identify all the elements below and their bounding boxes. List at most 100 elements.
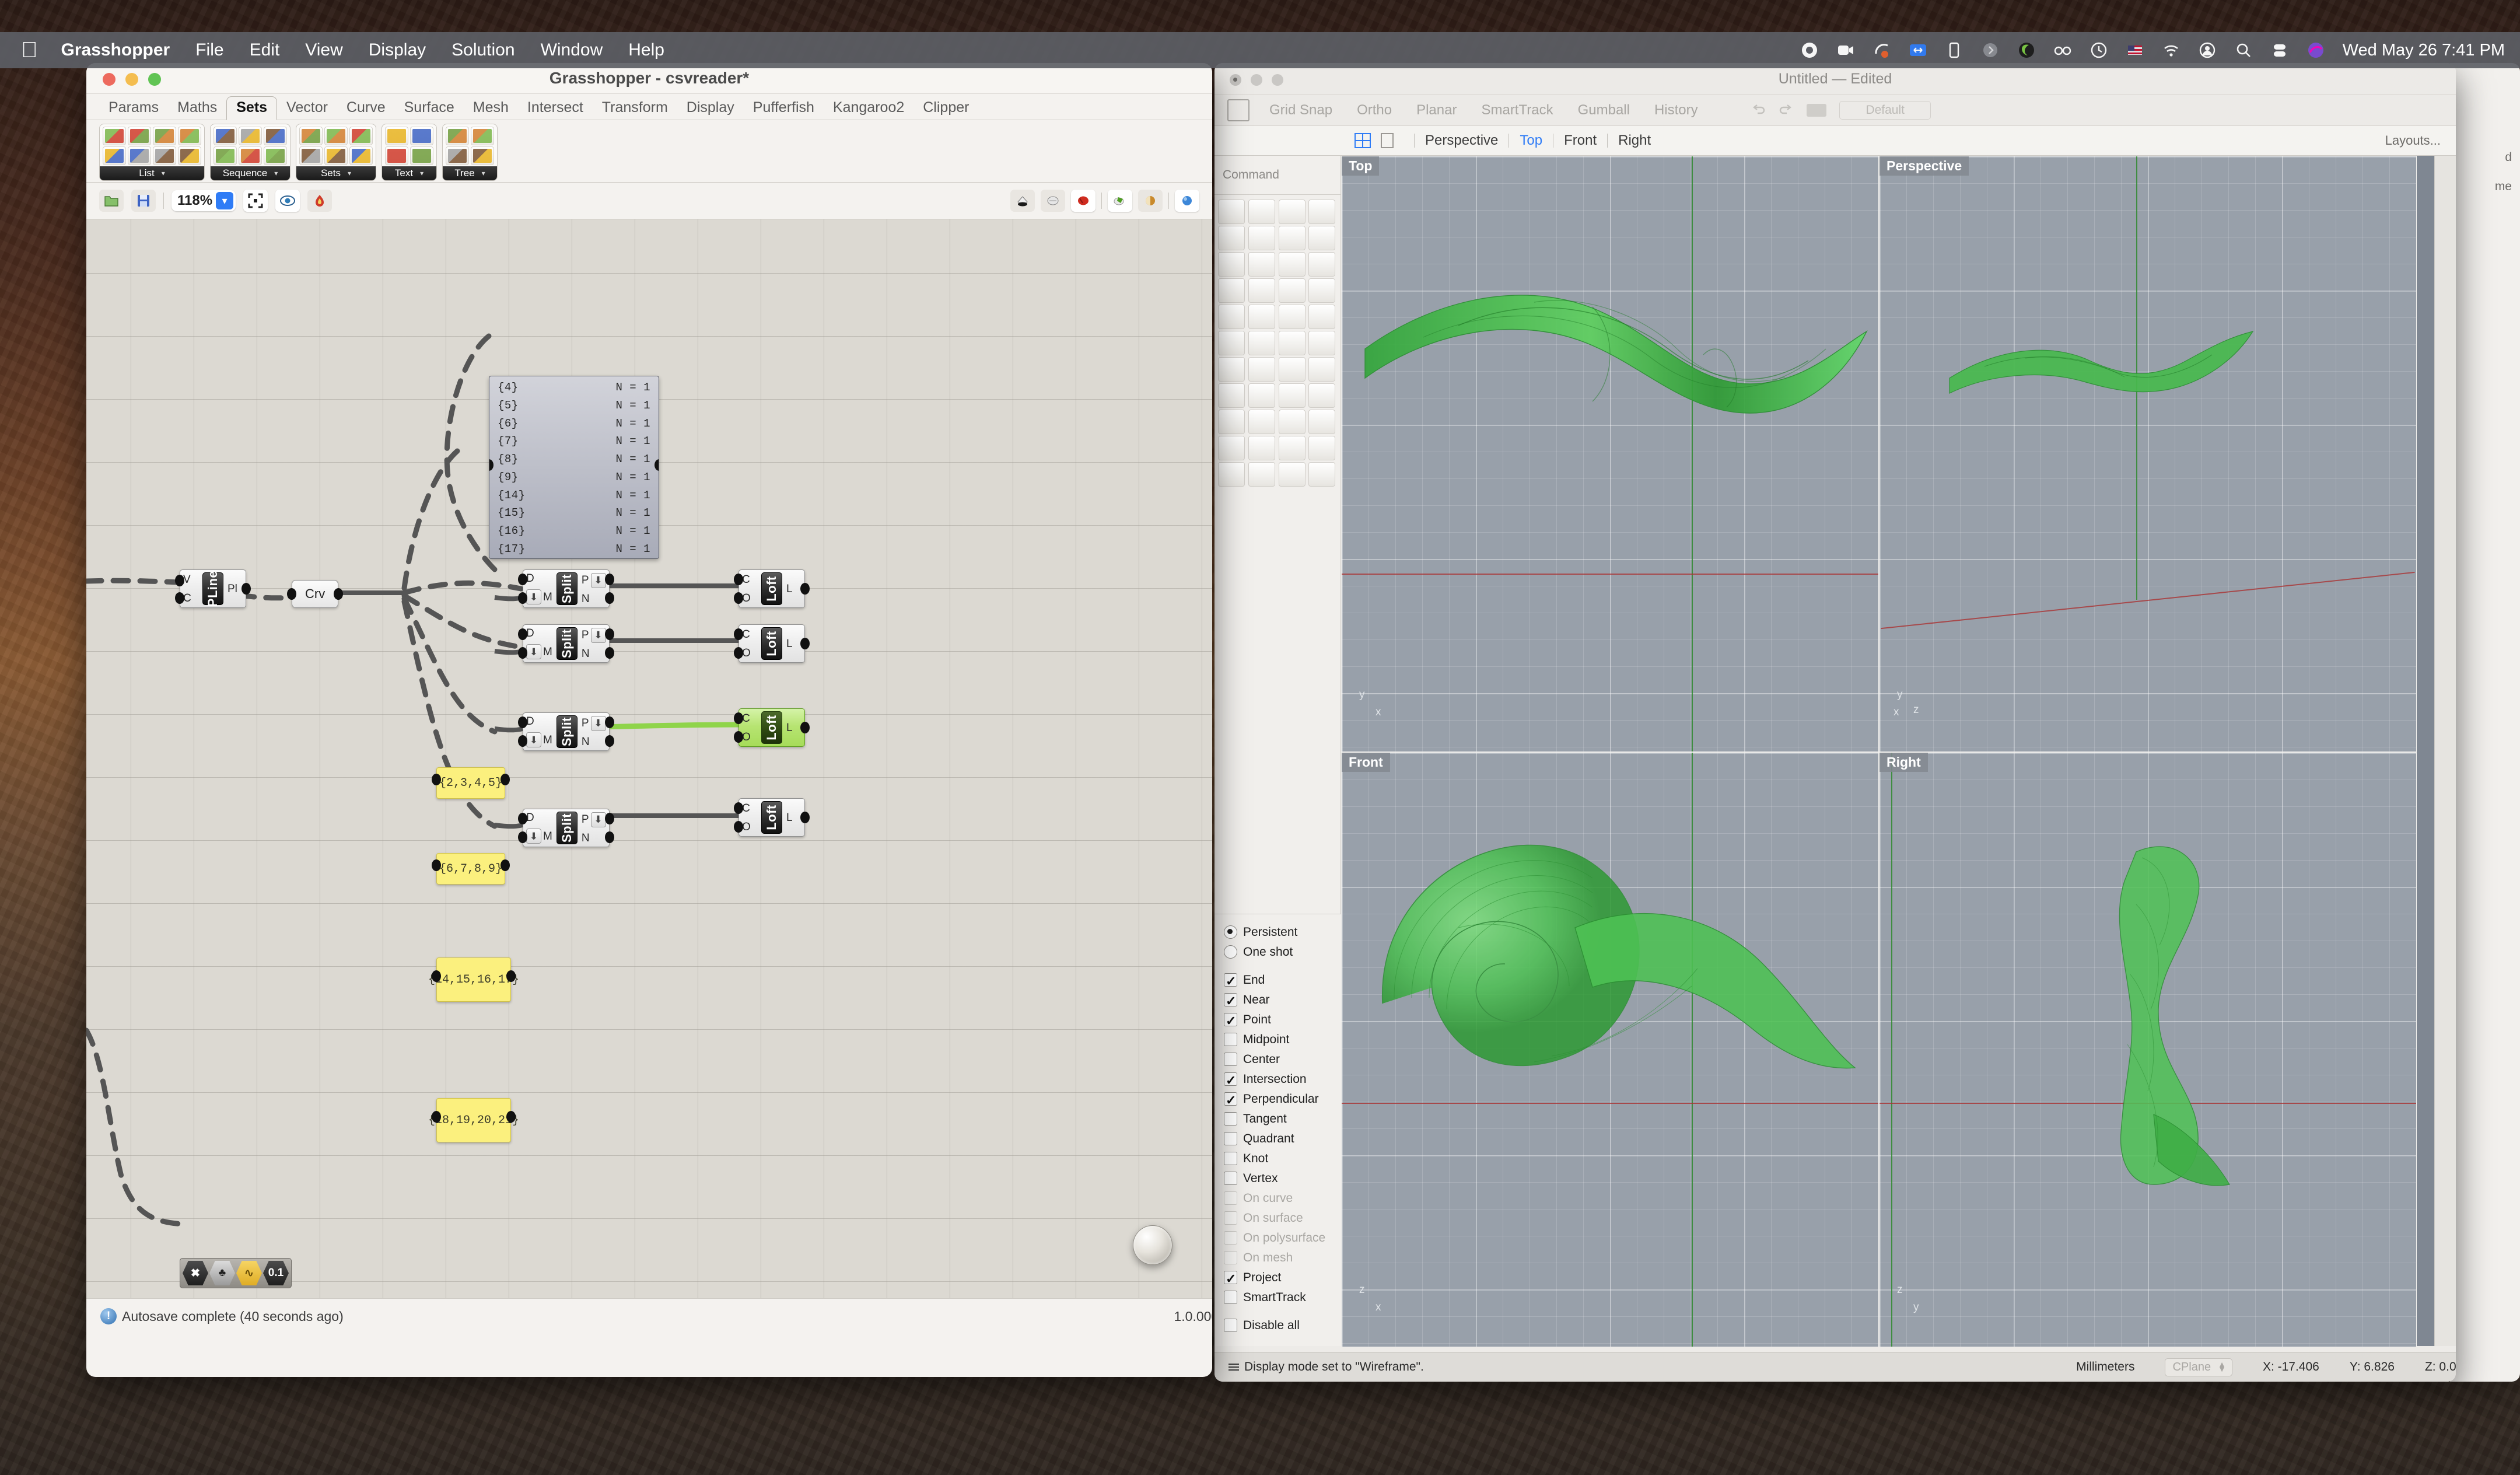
tool-fillet-icon[interactable] (1278, 331, 1306, 355)
loft-input-o-nub[interactable] (734, 821, 743, 833)
osnap-item-quadrant[interactable]: Quadrant (1224, 1129, 1350, 1149)
rhino-viewport-area[interactable]: Top y x Perspective y x z Front z x Righ… (1341, 156, 2434, 1347)
split-output-p-nub[interactable] (604, 628, 614, 640)
menubar-item-display[interactable]: Display (369, 40, 426, 60)
arrow-down-icon[interactable]: ⬇ (526, 829, 541, 844)
split-input-d-nub[interactable] (518, 716, 527, 728)
panel-input-nub[interactable] (432, 970, 441, 982)
split-label-capsule[interactable]: Split (556, 715, 578, 748)
rhino-statusbar[interactable]: Display mode set to "Wireframe". Millime… (1214, 1352, 2456, 1382)
checkbox-smarttrack-icon[interactable] (1224, 1291, 1237, 1305)
toolbar-ortho[interactable]: Ortho (1357, 102, 1392, 118)
tool-material-icon[interactable] (1218, 410, 1245, 434)
maximize-button[interactable] (1272, 74, 1283, 86)
rhino-toolbar[interactable]: Grid Snap Ortho Planar SmartTrack Gumbal… (1214, 95, 2456, 126)
save-file-icon[interactable] (131, 190, 156, 212)
split-input-d-nub[interactable] (518, 628, 527, 640)
gh-tab-transform[interactable]: Transform (593, 97, 677, 120)
gh-tab-maths[interactable]: Maths (168, 97, 226, 120)
canvas-navigation-orb[interactable] (1133, 1225, 1172, 1265)
split-output-n-nub[interactable] (604, 831, 614, 843)
menubar-status-area[interactable]: Wed May 26 7:41 PM (1800, 41, 2520, 60)
checkbox-midpoint-icon[interactable] (1224, 1033, 1237, 1047)
viewport-perspective-label[interactable]: Perspective (1880, 156, 1969, 176)
tool-join-icon[interactable] (1218, 462, 1245, 487)
loft-input-c-nub[interactable] (734, 802, 743, 814)
split-component[interactable]: D ⬇ M Split P ⬇ N (518, 712, 614, 751)
chevron-down-icon[interactable]: ▾ (162, 169, 165, 177)
checkbox-vertex-icon[interactable] (1224, 1172, 1237, 1186)
glasses-icon[interactable] (2053, 41, 2072, 60)
cplane-dropdown[interactable]: CPlane ▲ ▼ (2165, 1358, 2232, 1376)
split-output-n-nub[interactable] (604, 735, 614, 747)
arrow-down-icon[interactable]: ⬇ (590, 715, 606, 731)
weave-icon[interactable] (178, 146, 201, 165)
gh-tab-intersect[interactable]: Intersect (518, 97, 593, 120)
panel-input-nub[interactable] (432, 1111, 441, 1123)
checkbox-intersection-icon[interactable] (1224, 1070, 1237, 1091)
pline-input-c-nub[interactable] (175, 592, 184, 604)
panel-input-nub[interactable] (432, 859, 441, 871)
osnap-item-tangent[interactable]: Tangent (1224, 1109, 1350, 1129)
chevron-down-icon[interactable]: ▾ (482, 169, 485, 177)
red-preview-icon[interactable] (1071, 190, 1096, 212)
tree-branch-icon[interactable] (446, 127, 469, 145)
account-icon[interactable] (2198, 41, 2217, 60)
ribbon-group-tree[interactable]: Tree ▾ (442, 124, 498, 181)
osnap-item-midpoint[interactable]: Midpoint (1224, 1030, 1350, 1050)
sidebar-toggle-icon[interactable] (1227, 99, 1250, 121)
tool-offset-icon[interactable] (1308, 331, 1336, 355)
yellow-panel-2[interactable]: {6,7,8,9} (432, 853, 510, 885)
checkbox-center-icon[interactable] (1224, 1053, 1237, 1067)
tool-analyze-icon[interactable] (1308, 383, 1336, 408)
osnap-item-project[interactable]: Project (1224, 1268, 1350, 1289)
command-input[interactable]: Command (1223, 168, 1279, 182)
ghost-preview-icon[interactable] (1041, 190, 1065, 212)
loft-input-o-nub[interactable] (734, 592, 743, 604)
delete-consecutive-icon[interactable] (349, 146, 373, 165)
tool-display-icon[interactable] (1278, 410, 1306, 434)
gh-tab-pufferfish[interactable]: Pufferfish (744, 97, 824, 120)
node-loft-4[interactable]: C O Loft L (734, 798, 810, 837)
command-bar[interactable]: Command (1214, 156, 1340, 195)
canvas-tool-widget[interactable]: ✖ ♣ ∿ 0.1 (180, 1258, 292, 1288)
flag-icon[interactable] (2126, 41, 2144, 60)
node-loft-3-selected[interactable]: C O Loft L (734, 708, 810, 747)
tool-surface-icon[interactable] (1218, 252, 1245, 277)
tool-point-icon[interactable] (1218, 200, 1245, 224)
control-center-icon[interactable] (2270, 41, 2289, 60)
toolbar-history[interactable]: History (1654, 102, 1698, 118)
gh-tab-mesh[interactable]: Mesh (464, 97, 518, 120)
mac-menubar[interactable]:  Grasshopper File Edit View Display Sol… (0, 32, 2520, 68)
arrow-down-icon[interactable]: ⬇ (590, 572, 606, 588)
tool-mirror-icon[interactable] (1308, 305, 1336, 329)
osnap-item-vertex[interactable]: Vertex (1224, 1169, 1350, 1189)
gh-ribbon[interactable]: List ▾ Sequence ▾ Sets ▾ Text ▾ Tree ▾ (86, 120, 1212, 183)
checkbox-quadrant-icon[interactable] (1224, 1132, 1237, 1146)
split-input-m-nub[interactable] (518, 735, 527, 747)
display-icon[interactable] (1945, 41, 1964, 60)
tool-boolean-icon[interactable] (1218, 357, 1245, 382)
split-list-icon[interactable] (153, 146, 176, 165)
gh-window-controls[interactable] (103, 73, 161, 86)
sort-text-icon[interactable] (410, 146, 433, 165)
yellow-panel-4[interactable]: {18,19,20,21} (428, 1098, 519, 1142)
viewport-right[interactable]: Right z y (1879, 752, 2417, 1347)
pline-output-nub[interactable] (242, 583, 251, 595)
toolbar-gumball[interactable]: Gumball (1578, 102, 1630, 118)
concatenate-icon[interactable] (385, 146, 408, 165)
loft-output-nub[interactable] (800, 638, 810, 649)
insert-items-icon[interactable] (128, 127, 151, 145)
arrow-down-icon[interactable]: ⬇ (526, 589, 541, 605)
split-input-d-nub[interactable] (518, 574, 527, 585)
cull-index-icon[interactable] (214, 127, 237, 145)
zoom-extents-icon[interactable] (243, 190, 268, 212)
tool-circle-icon[interactable] (1218, 226, 1245, 250)
tool-cap-icon[interactable] (1278, 462, 1306, 487)
ribbon-group-label[interactable]: List ▾ (100, 166, 204, 180)
viewport-front-label[interactable]: Front (1342, 753, 1390, 772)
subset-icon[interactable] (349, 127, 373, 145)
panel-output-nub[interactable] (506, 1111, 516, 1123)
tool-block-icon[interactable] (1248, 436, 1275, 460)
arrow-down-icon[interactable]: ⬇ (590, 627, 606, 643)
